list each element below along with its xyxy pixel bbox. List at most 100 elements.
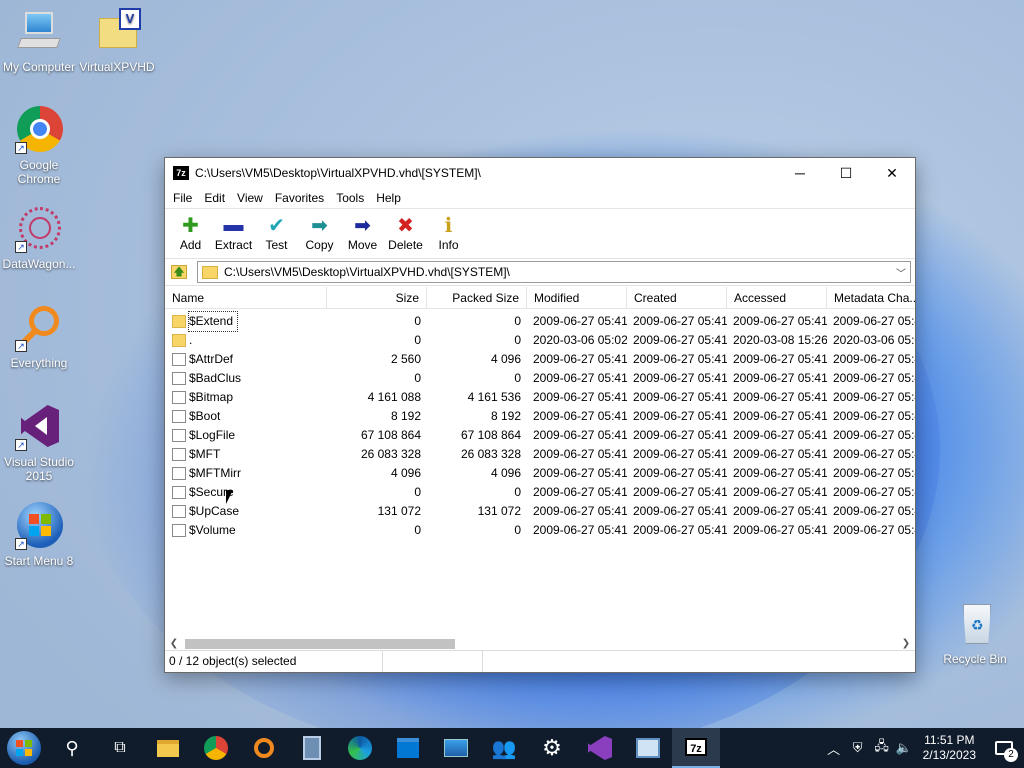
visual-studio-icon bbox=[588, 736, 612, 760]
taskbar-photos[interactable] bbox=[432, 728, 480, 768]
info-button[interactable]: ℹ Info bbox=[427, 209, 470, 258]
status-selection: 0 / 12 object(s) selected bbox=[165, 651, 383, 672]
scrollbar-thumb[interactable] bbox=[185, 639, 455, 649]
store-icon bbox=[397, 738, 419, 758]
menu-view[interactable]: View bbox=[231, 191, 269, 205]
taskbar-file-explorer[interactable] bbox=[144, 728, 192, 768]
taskbar-7zip[interactable]: 7z bbox=[672, 728, 720, 768]
folder-icon: V bbox=[93, 8, 141, 56]
cell-accessed: 2009-06-27 05:41 bbox=[733, 352, 827, 366]
desktop-icon-datawagon[interactable]: ↗ DataWagon... bbox=[0, 205, 78, 271]
scroll-right-icon[interactable]: ❯ bbox=[897, 638, 915, 649]
desktop-icon-label: Google Chrome bbox=[17, 158, 61, 186]
column-header-name[interactable]: Name bbox=[165, 287, 327, 309]
scroll-left-icon[interactable]: ❮ bbox=[165, 638, 183, 649]
taskbar-search-button[interactable]: ⚲ bbox=[48, 728, 96, 768]
file-row[interactable]: $Bitmap 4 161 088 4 161 536 2009-06-27 05:4… bbox=[165, 388, 915, 407]
menu-tools[interactable]: Tools bbox=[330, 191, 370, 205]
menu-help[interactable]: Help bbox=[370, 191, 407, 205]
copy-button[interactable]: ➡ Copy bbox=[298, 209, 341, 258]
chevron-down-icon[interactable]: ﹀ bbox=[892, 265, 910, 280]
tray-volume-button[interactable]: 🔈 bbox=[893, 728, 915, 768]
add-button[interactable]: ✚ Add bbox=[169, 209, 212, 258]
file-row[interactable]: $UpCase 131 072 131 072 2009-06-27 05:41 200… bbox=[165, 502, 915, 521]
file-row[interactable]: $AttrDef 2 560 4 096 2009-06-27 05:41 2009-0… bbox=[165, 350, 915, 369]
column-header-size[interactable]: Size bbox=[327, 287, 427, 309]
cell-meta: 2009-06-27 05:4 bbox=[833, 504, 915, 518]
toolbar-button-label: Extract bbox=[214, 238, 253, 252]
desktop-icon-visual-studio[interactable]: ↗ Visual Studio 2015 bbox=[0, 403, 78, 483]
address-bar[interactable]: C:\Users\VM5\Desktop\VirtualXPVHD.vhd\[S… bbox=[197, 261, 911, 283]
calculator-icon bbox=[303, 736, 321, 760]
show-hidden-icons-button[interactable]: ︿ bbox=[823, 728, 845, 768]
column-header-metadata-cha[interactable]: Metadata Cha... bbox=[827, 287, 915, 309]
cell-packed: 0 bbox=[514, 314, 521, 328]
up-folder-button[interactable]: 🡅 bbox=[167, 262, 191, 282]
file-row[interactable]: . 0 0 2020-03-06 05:02 2009-06-27 05:41 2020-… bbox=[165, 331, 915, 350]
file-row[interactable]: $Extend 0 0 2009-06-27 05:41 2009-06-27 05:4… bbox=[165, 311, 915, 332]
tray-security-button[interactable]: ⛨ bbox=[845, 728, 871, 768]
maximize-button[interactable]: ☐ bbox=[823, 158, 869, 188]
column-header-packed-size[interactable]: Packed Size bbox=[427, 287, 527, 309]
cell-accessed: 2009-06-27 05:41 bbox=[733, 504, 827, 518]
cell-modified: 2020-03-06 05:02 bbox=[533, 333, 627, 347]
close-button[interactable]: ✕ bbox=[869, 158, 915, 188]
cell-name: $LogFile bbox=[189, 428, 236, 442]
desktop-icon-google-chrome[interactable]: ↗ Google Chrome bbox=[0, 106, 78, 186]
move-button[interactable]: ➡ Move bbox=[341, 209, 384, 258]
desktop-icon-virtualxpvhd[interactable]: V VirtualXPVHD bbox=[78, 8, 156, 74]
cell-modified: 2009-06-27 05:41 bbox=[533, 466, 627, 480]
cell-packed: 4 096 bbox=[490, 352, 521, 366]
shortcut-arrow-icon: ↗ bbox=[15, 340, 27, 352]
taskbar-remote-desktop[interactable] bbox=[624, 728, 672, 768]
menu-favorites[interactable]: Favorites bbox=[269, 191, 330, 205]
menu-file[interactable]: File bbox=[167, 191, 198, 205]
taskbar-everything[interactable] bbox=[240, 728, 288, 768]
taskbar-settings[interactable]: ⚙ bbox=[528, 728, 576, 768]
cell-meta: 2009-06-27 05:4 bbox=[833, 352, 915, 366]
cell-modified: 2009-06-27 05:41 bbox=[533, 314, 627, 328]
cell-packed: 67 108 864 bbox=[460, 428, 521, 442]
cell-created: 2009-06-27 05:41 bbox=[633, 409, 727, 423]
desktop-icon-my-computer[interactable]: My Computer bbox=[0, 8, 78, 74]
cell-modified: 2009-06-27 05:41 bbox=[533, 485, 627, 499]
7zip-app-icon: 7z bbox=[173, 166, 189, 180]
menu-edit[interactable]: Edit bbox=[198, 191, 231, 205]
notification-center-button[interactable]: 2 bbox=[984, 728, 1024, 768]
column-header-created[interactable]: Created bbox=[627, 287, 727, 309]
notification-badge: 2 bbox=[1004, 748, 1018, 762]
taskbar-chrome[interactable] bbox=[192, 728, 240, 768]
file-row[interactable]: $BadClus 0 0 2009-06-27 05:41 2009-06-27 05:… bbox=[165, 369, 915, 388]
file-row[interactable]: $MFT 26 083 328 26 083 328 2009-06-27 05:41… bbox=[165, 445, 915, 464]
start-orb-icon bbox=[7, 731, 41, 765]
taskbar-clock[interactable]: 11:51 PM 2/13/2023 bbox=[915, 733, 984, 763]
file-row[interactable]: $Secure 0 0 2009-06-27 05:41 2009-06-27 05:4… bbox=[165, 483, 915, 502]
desktop-icon-start-menu-8[interactable]: ↗ Start Menu 8 bbox=[0, 502, 78, 568]
desktop-icon-everything[interactable]: ↗ Everything bbox=[0, 304, 78, 370]
file-row[interactable]: $LogFile 67 108 864 67 108 864 2009-06-27 0… bbox=[165, 426, 915, 445]
shortcut-arrow-icon: ↗ bbox=[15, 538, 27, 550]
taskbar-people[interactable]: 👥 bbox=[480, 728, 528, 768]
taskbar-visual-studio[interactable] bbox=[576, 728, 624, 768]
start-button[interactable] bbox=[0, 728, 48, 768]
minimize-button[interactable]: ─ bbox=[777, 158, 823, 188]
taskbar-calculator[interactable] bbox=[288, 728, 336, 768]
extract-button[interactable]: ▬ Extract bbox=[212, 209, 255, 258]
file-row[interactable]: $Boot 8 192 8 192 2009-06-27 05:41 2009-06-2… bbox=[165, 407, 915, 426]
test-button[interactable]: ✔ Test bbox=[255, 209, 298, 258]
file-row[interactable]: $MFTMirr 4 096 4 096 2009-06-27 05:41 2009-0… bbox=[165, 464, 915, 483]
recycle-bin-icon: ♻ bbox=[951, 600, 999, 648]
taskbar-edge[interactable] bbox=[336, 728, 384, 768]
taskbar-store[interactable] bbox=[384, 728, 432, 768]
cell-created: 2009-06-27 05:41 bbox=[633, 466, 727, 480]
mouse-cursor-icon bbox=[226, 490, 233, 504]
column-header-modified[interactable]: Modified bbox=[527, 287, 627, 309]
tray-network-button[interactable]: 🖧 bbox=[871, 728, 893, 768]
delete-button[interactable]: ✖ Delete bbox=[384, 209, 427, 258]
file-row[interactable]: $Volume 0 0 2009-06-27 05:41 2009-06-27 05:4… bbox=[165, 521, 915, 540]
desktop-icon-recycle-bin[interactable]: ♻ Recycle Bin bbox=[936, 600, 1014, 666]
file-icon bbox=[172, 524, 186, 537]
column-header-accessed[interactable]: Accessed bbox=[727, 287, 827, 309]
taskbar-task-view-button[interactable]: ⧉ bbox=[96, 728, 144, 768]
title-bar[interactable]: 7z C:\Users\VM5\Desktop\VirtualXPVHD.vhd… bbox=[165, 158, 915, 188]
